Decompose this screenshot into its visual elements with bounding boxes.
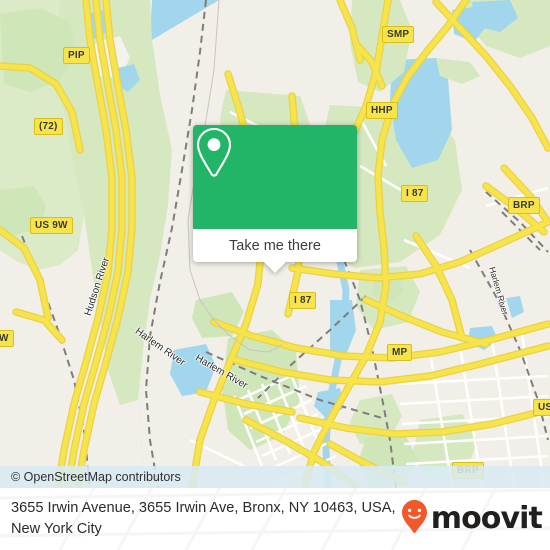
map-attribution[interactable]: © OpenStreetMap contributors <box>0 466 550 488</box>
map-canvas[interactable]: PIP (72) US 9W W SMP HHP I 87 BRP I 87 M… <box>0 0 550 488</box>
callout-cta[interactable]: Take me there <box>193 229 357 262</box>
road-shield[interactable]: HHP <box>366 102 398 119</box>
moovit-wordmark: moovit <box>430 501 543 536</box>
road-shield[interactable]: I 87 <box>289 292 317 309</box>
moovit-logo[interactable]: moovit <box>401 499 543 539</box>
road-shield[interactable]: US 9W <box>30 217 73 234</box>
road-shield[interactable]: BRP <box>508 197 540 214</box>
road-shield[interactable]: I 87 <box>401 185 429 202</box>
footer-bar: 3655 Irwin Avenue, 3655 Irwin Ave, Bronx… <box>0 488 550 550</box>
attribution-text: © OpenStreetMap contributors <box>11 470 181 484</box>
callout-cta-label: Take me there <box>229 237 321 254</box>
road-shield[interactable]: W <box>0 330 14 347</box>
address-text: 3655 Irwin Avenue, 3655 Irwin Ave, Bronx… <box>11 500 396 537</box>
moovit-pin-icon <box>401 499 428 539</box>
footer-content: 3655 Irwin Avenue, 3655 Irwin Ave, Bronx… <box>0 488 550 550</box>
road-shield[interactable]: (72) <box>34 118 63 135</box>
road-shield[interactable]: PIP <box>63 47 90 64</box>
road-shield[interactable]: MP <box>387 344 413 361</box>
moovit-map-screenshot: PIP (72) US 9W W SMP HHP I 87 BRP I 87 M… <box>0 0 550 550</box>
road-shield[interactable]: SMP <box>382 26 415 43</box>
location-callout[interactable]: Take me there <box>193 125 357 273</box>
callout-header <box>193 125 357 229</box>
road-shield[interactable]: US <box>533 399 550 416</box>
callout-tail <box>264 262 286 273</box>
